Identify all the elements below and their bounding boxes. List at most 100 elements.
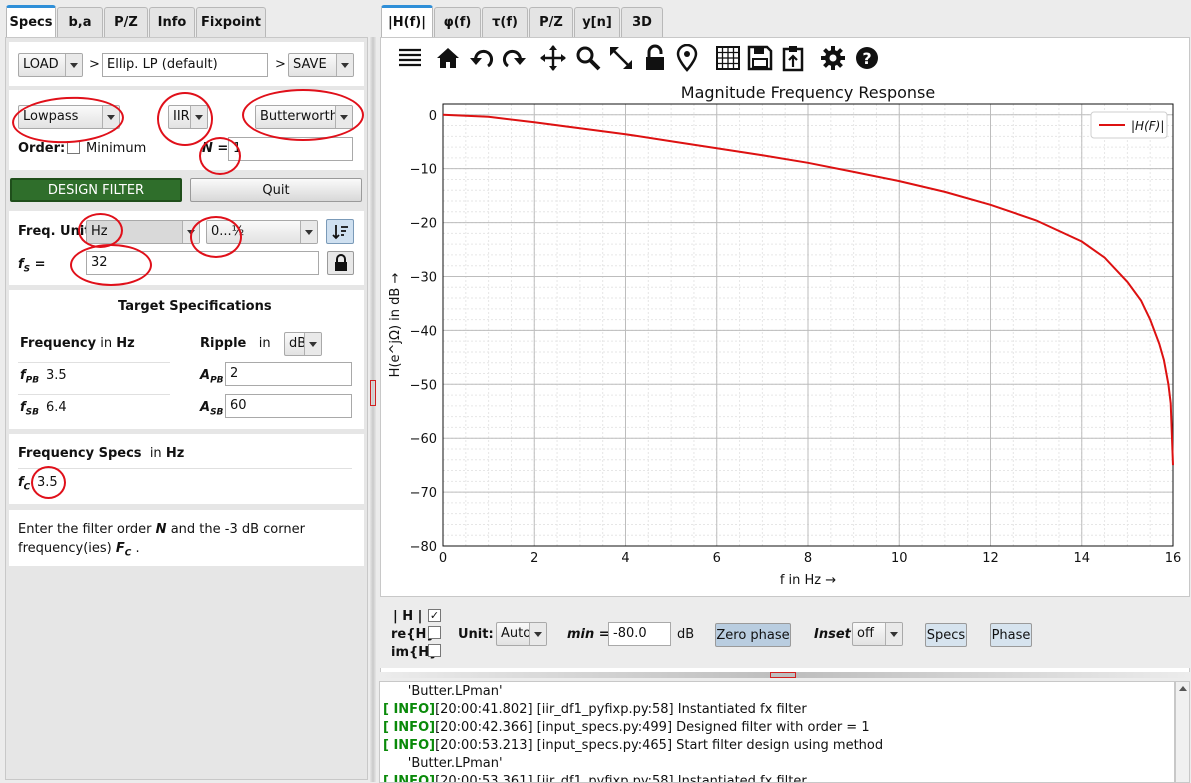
clipboard-icon[interactable] xyxy=(779,44,807,72)
asb-input[interactable]: 60 xyxy=(225,394,352,418)
load-combo[interactable]: LOAD xyxy=(18,53,83,77)
fc-label: fC xyxy=(18,475,31,493)
scroll-up-icon[interactable] xyxy=(1179,686,1187,691)
annotation-circle xyxy=(78,213,123,248)
y-tick-label: −30 xyxy=(410,270,437,285)
fpb-label: fPB xyxy=(20,368,40,386)
freq-specs-section xyxy=(9,434,364,504)
y-tick-label: −10 xyxy=(410,163,437,178)
tab-impulse[interactable]: y[n] xyxy=(574,7,620,37)
help-icon[interactable]: ? xyxy=(853,44,881,72)
info-text: Enter the filter order N and the -3 dB c… xyxy=(9,510,364,566)
tab-phase[interactable]: φ(f) xyxy=(434,7,481,37)
tab-ba[interactable]: b,a xyxy=(57,7,103,37)
zero-phase-button[interactable]: Zero phase xyxy=(715,623,791,647)
log-line: 'Butter.LPman' xyxy=(383,756,503,771)
save-icon[interactable] xyxy=(746,44,774,72)
log-line: [ INFO][20:00:53.361] [iir_df1_pyfixp.py… xyxy=(383,774,807,783)
x-tick-label: 12 xyxy=(982,551,999,566)
home-icon[interactable] xyxy=(434,44,462,72)
log-panel[interactable]: 'Butter.LPman' [ INFO][20:00:41.802] [ii… xyxy=(379,681,1175,783)
log-line: [ INFO][20:00:41.802] [iir_df1_pyfixp.py… xyxy=(383,702,807,717)
tab-fixpoint[interactable]: Fixpoint xyxy=(196,7,266,37)
unit-label: Unit: xyxy=(458,627,494,642)
tab-group-delay[interactable]: τ(f) xyxy=(482,7,528,37)
lock-icon[interactable] xyxy=(641,44,669,72)
vertical-splitter[interactable] xyxy=(370,37,376,782)
annotation-circle xyxy=(190,216,242,258)
annotation-circle xyxy=(157,92,213,146)
tab-info[interactable]: Info xyxy=(149,7,195,37)
x-tick-label: 14 xyxy=(1073,551,1090,566)
settings-icon[interactable] xyxy=(819,44,847,72)
ripple-unit-combo[interactable]: dB xyxy=(284,332,322,356)
tab-pz[interactable]: P/Z xyxy=(104,7,148,37)
apb-label: APB xyxy=(200,368,224,386)
h-checkbox[interactable]: ✓ xyxy=(428,609,441,622)
fit-icon[interactable] xyxy=(607,44,635,72)
x-tick-label: 2 xyxy=(530,551,538,566)
min-input[interactable]: -80.0 xyxy=(608,622,671,646)
legend-label: |H(F)| xyxy=(1131,119,1164,133)
tab-specs[interactable]: Specs xyxy=(6,5,56,37)
min-label: min = xyxy=(567,627,610,642)
divider xyxy=(18,468,352,469)
y-tick-label: −80 xyxy=(410,540,437,555)
log-line: [ INFO][20:00:42.366] [input_specs.py:49… xyxy=(383,720,870,735)
magnitude-chart[interactable]: 0 2 4 6 8 10 12 14 16 0 −10 −20 −30 −40 −50 −60 −70 −80 Ma… xyxy=(381,80,1190,590)
arrow-label: > xyxy=(89,57,100,72)
fsb-value[interactable]: 6.4 xyxy=(46,400,67,415)
tab-3d[interactable]: 3D xyxy=(621,7,663,37)
sort-icon xyxy=(332,224,348,239)
log-line: [ INFO][20:00:53.213] [input_specs.py:46… xyxy=(383,738,884,753)
sort-button[interactable] xyxy=(326,219,354,244)
grid-icon[interactable] xyxy=(714,44,742,72)
marker-icon[interactable] xyxy=(673,44,701,72)
y-tick-label: −70 xyxy=(410,486,437,501)
x-tick-label: 10 xyxy=(891,551,908,566)
lock-button[interactable] xyxy=(327,251,354,275)
x-tick-label: 4 xyxy=(621,551,629,566)
h-splitter-handle[interactable] xyxy=(770,672,796,678)
tab-magnitude[interactable]: |H(f)| xyxy=(381,5,433,37)
quit-button[interactable]: Quit xyxy=(190,178,362,202)
y-tick-label: 0 xyxy=(429,109,437,124)
asb-label: ASB xyxy=(200,400,224,418)
apb-input[interactable]: 2 xyxy=(225,362,352,386)
unit-combo[interactable]: Auto xyxy=(496,622,547,646)
re-checkbox[interactable] xyxy=(428,626,441,639)
log-scrollbar[interactable] xyxy=(1175,681,1190,783)
chart-title: Magnitude Frequency Response xyxy=(681,83,935,102)
menu-icon[interactable] xyxy=(396,44,424,72)
h-label: | H | xyxy=(393,609,423,624)
redo-icon[interactable] xyxy=(500,44,528,72)
divider xyxy=(18,362,170,363)
inset-label: Inset xyxy=(814,627,851,642)
inset-combo[interactable]: off xyxy=(852,622,903,646)
y-tick-label: −60 xyxy=(410,432,437,447)
target-specs-title: Target Specifications xyxy=(118,299,272,314)
fpb-value[interactable]: 3.5 xyxy=(46,368,67,383)
freq-specs-title: Frequency Specs in Hz xyxy=(18,446,185,461)
zoom-icon[interactable] xyxy=(574,44,602,72)
im-checkbox[interactable] xyxy=(428,644,441,657)
arrow-label-2: > xyxy=(275,57,286,72)
order-input[interactable]: 1 xyxy=(228,137,353,161)
specs-button[interactable]: Specs xyxy=(925,623,967,647)
pan-icon[interactable] xyxy=(539,44,567,72)
undo-icon[interactable] xyxy=(468,44,496,72)
divider xyxy=(18,394,170,395)
design-filter-button[interactable]: DESIGN FILTER xyxy=(10,178,182,202)
y-tick-label: −50 xyxy=(410,378,437,393)
fs-label: fS = xyxy=(18,257,46,275)
frequency-header: Frequency in Hz xyxy=(20,336,135,351)
order-label: Order: xyxy=(18,141,66,156)
y-tick-label: −20 xyxy=(410,217,437,232)
filter-name-field[interactable]: Ellip. LP (default) xyxy=(102,53,268,77)
log-line: 'Butter.LPman' xyxy=(383,684,503,699)
tab-pole-zero[interactable]: P/Z xyxy=(529,7,573,37)
ripple-header: Ripple in xyxy=(200,336,271,351)
splitter-handle[interactable] xyxy=(370,380,376,406)
phase-button[interactable]: Phase xyxy=(990,623,1032,647)
save-combo[interactable]: SAVE xyxy=(288,53,354,77)
